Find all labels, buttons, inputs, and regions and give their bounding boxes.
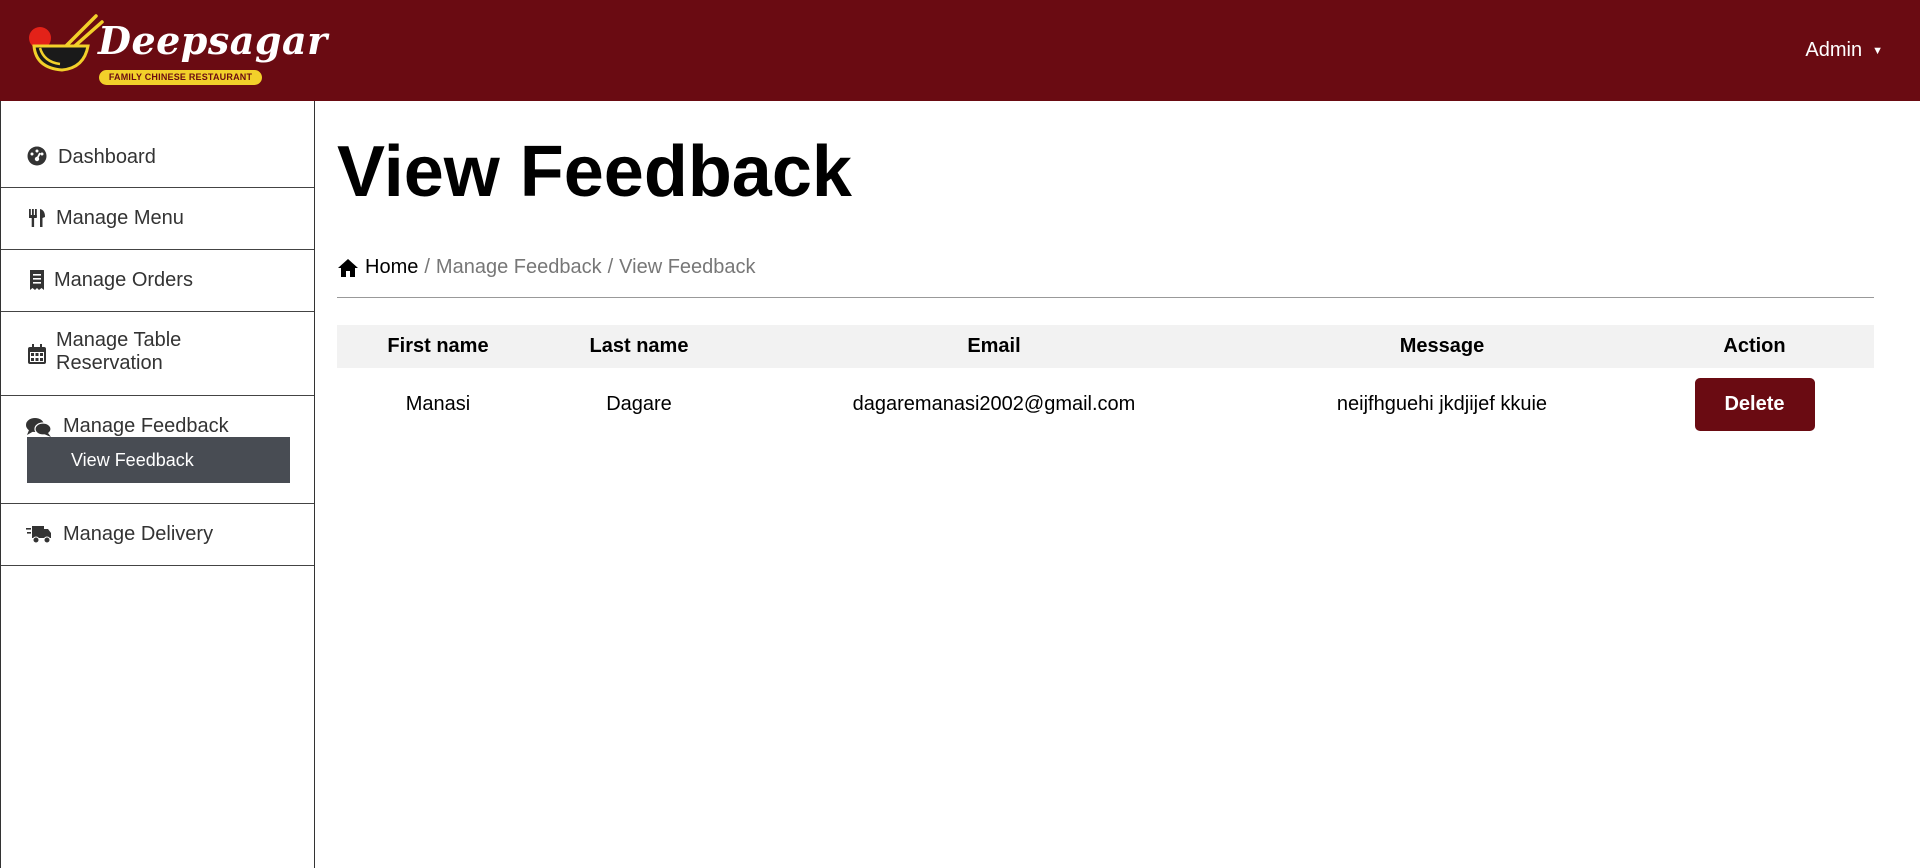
page-title: View Feedback [337,132,852,212]
column-header-email: Email [967,335,1021,357]
breadcrumb-separator: / [424,256,430,278]
sidebar-item-label: Manage Orders [54,269,193,291]
admin-label: Admin [1805,39,1863,61]
brand-name: Deepsagar [98,18,328,63]
sidebar-item-label: Manage Table Reservation [56,329,182,374]
utensils-icon [26,207,48,229]
feedback-table: First name Last name Email Message Actio… [337,325,1874,441]
column-header-action: Action [1723,335,1786,357]
breadcrumb-separator: / [607,256,614,278]
breadcrumb-item-view-feedback: View Feedback [619,256,756,278]
caret-down-icon: ▼ [1872,44,1883,57]
sidebar-item-manage-orders[interactable]: Manage Orders [1,250,314,312]
admin-user-menu[interactable]: Admin ▼ [1805,39,1883,62]
sidebar: Dashboard Manage Menu Manage Orders Mana… [0,101,315,868]
divider [337,297,1874,298]
sidebar-item-manage-delivery[interactable]: Manage Delivery [1,504,314,566]
receipt-icon [26,269,48,291]
delete-button[interactable]: Delete [1694,378,1815,431]
dashboard-gauge-icon [26,145,48,167]
table-row: Manasi Dagare dagaremanasi2002@gmail.com… [337,368,1874,441]
column-header-message: Message [1399,335,1485,357]
cell-message: neijfhguehi jkdjijef kkuie [1336,393,1548,415]
home-icon [338,258,358,277]
sidebar-item-manage-table-reservation[interactable]: Manage Table Reservation [1,312,314,396]
sidebar-item-label: Manage Menu [56,207,184,229]
brand-logo[interactable]: Deepsagar FAMILY CHINESE RESTAURANT [26,12,327,88]
sidebar-item-manage-menu[interactable]: Manage Menu [1,188,314,250]
breadcrumb-item-manage-feedback[interactable]: Manage Feedback [436,256,602,279]
table-header-row: First name Last name Email Message Actio… [337,325,1874,368]
sidebar-item-label: Manage Delivery [63,523,214,545]
top-navbar: Deepsagar FAMILY CHINESE RESTAURANT Admi… [0,0,1920,101]
comments-icon [26,416,52,438]
column-header-last-name: Last name [589,335,689,357]
cell-action: Delete [1635,368,1874,441]
bowl-chopsticks-logo-icon [29,14,104,72]
breadcrumb: Home / Manage Feedback / View Feedback [337,256,756,279]
sidebar-subitem-view-feedback[interactable]: View Feedback [27,437,290,483]
cell-first-name: Manasi [405,393,471,415]
breadcrumb-home-link[interactable]: Home [337,256,418,279]
delivery-truck-icon [26,523,52,545]
cell-email: dagaremanasi2002@gmail.com [852,393,1136,415]
sidebar-item-label: Dashboard [58,146,156,168]
sidebar-item-label: Manage Feedback [63,415,229,437]
brand-tagline: FAMILY CHINESE RESTAURANT [99,70,262,85]
column-header-first-name: First name [387,335,489,357]
cell-last-name: Dagare [606,393,672,415]
calendar-icon [26,343,48,365]
sidebar-item-dashboard[interactable]: Dashboard [1,101,314,188]
breadcrumb-home-label: Home [365,256,419,278]
